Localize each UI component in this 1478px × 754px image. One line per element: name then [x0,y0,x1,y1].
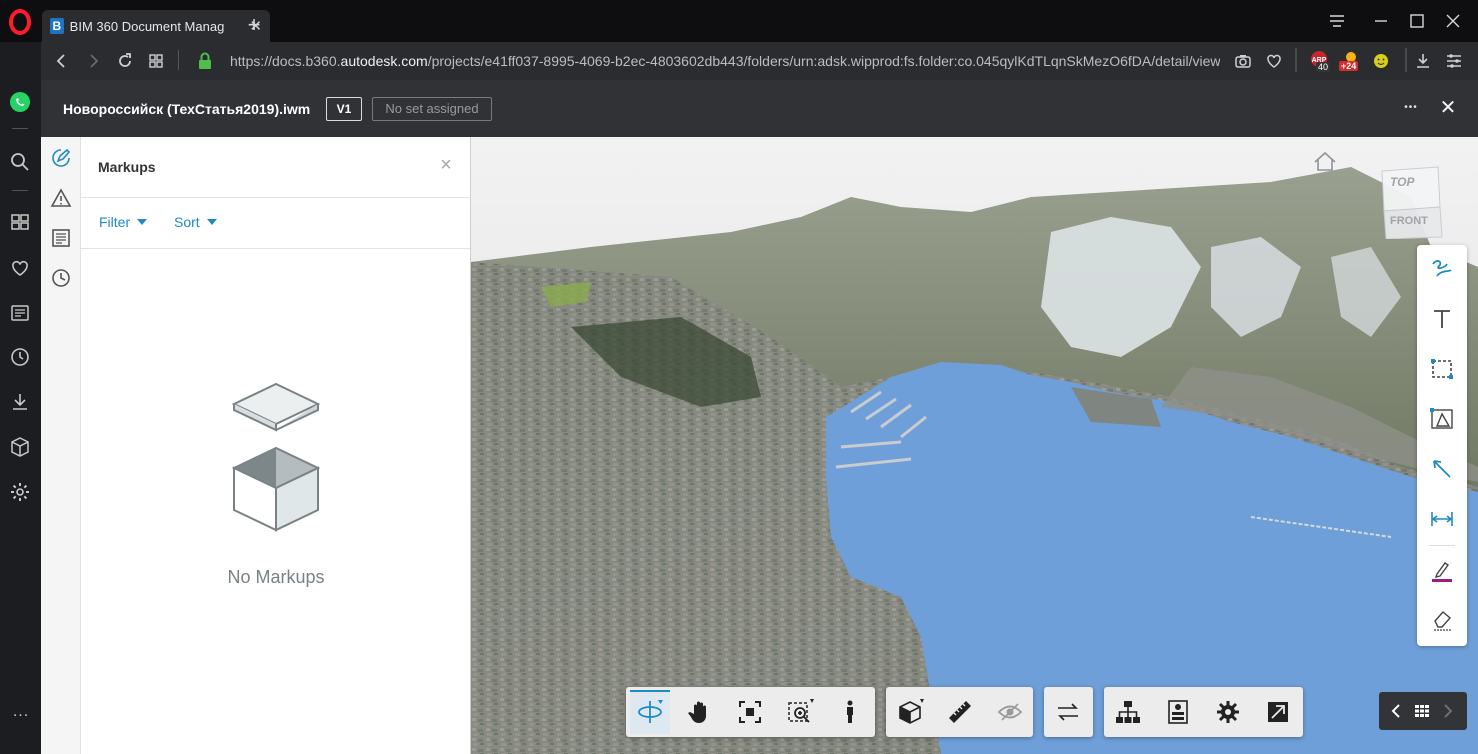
orbit-icon[interactable] [636,698,664,726]
back-button[interactable] [50,50,74,72]
bim360-favicon-icon: B [50,18,64,34]
close-viewer-button[interactable]: ✕ [1437,97,1459,119]
url-prefix: https://docs.b360. [230,53,341,69]
pan-icon[interactable] [686,698,714,726]
extensions-cube-icon[interactable] [8,435,32,459]
measure-icon[interactable] [946,698,974,726]
url-path: /projects/e41ff037-8995-4069-b2ec-480360… [427,53,1220,69]
eraser-icon[interactable] [1429,606,1455,632]
history-icon[interactable] [50,267,72,289]
bookmarks-heart-icon[interactable] [8,256,32,280]
sidebar-divider-1 [12,128,28,129]
extension-smiley-icon[interactable] [1371,51,1391,71]
model-viewer-canvas[interactable] [471,137,1478,754]
fullscreen-icon[interactable] [1264,698,1292,726]
swap-icon[interactable] [1054,698,1082,726]
reload-button[interactable] [113,50,137,72]
tab-menu-icon[interactable] [1325,10,1349,32]
section-box-icon[interactable] [896,698,924,726]
browser-tab[interactable]: B BIM 360 Document Manag ✕ [42,10,270,42]
text-icon[interactable] [1429,306,1455,332]
extension-arp-badge: 40 [1316,62,1331,72]
maximize-button[interactable] [1405,10,1429,32]
sort-label: Sort [174,214,200,230]
viewcube-top-label: TOP [1390,175,1415,189]
secure-lock-icon[interactable] [196,51,214,71]
home-view-icon[interactable] [1312,150,1338,174]
settings-gear-icon[interactable] [8,480,32,504]
search-icon[interactable] [8,150,32,174]
zoom-window-icon[interactable] [786,698,814,726]
panel-divider [81,248,470,249]
address-bar-url[interactable]: https://docs.b360.autodesk.com/projects/… [230,53,1220,69]
extensions-divider [1295,48,1297,72]
set-status-badge[interactable]: No set assigned [372,97,492,121]
filter-label: Filter [99,214,131,230]
extension-weather-icon[interactable]: +24 [1338,48,1364,74]
sidebar-more-icon[interactable]: ... [8,703,34,721]
settings-icon[interactable] [1214,698,1242,726]
panel-divider [81,197,470,198]
panel-title: Markups [98,159,156,175]
properties-icon[interactable] [1164,698,1192,726]
minimize-button[interactable] [1369,10,1393,32]
forward-button[interactable] [81,50,105,72]
visibility-icon[interactable] [996,698,1024,726]
toolbar-divider [1405,48,1407,72]
history-clock-icon[interactable] [8,345,32,369]
viewcube[interactable]: TOP FRONT [1378,165,1444,239]
speed-dial-icon[interactable] [144,50,168,72]
rectangle-icon[interactable] [1429,356,1455,382]
palette-divider [1429,545,1455,546]
document-title: Новороссийск (ТехСтатья2019).iwm [63,101,311,117]
chevron-down-icon [206,219,217,225]
empty-state-text: No Markups [227,567,325,587]
empty-box-illustration-icon [228,378,324,538]
document-icon[interactable] [50,227,72,249]
previous-sheet-button[interactable] [1386,700,1406,722]
chevron-down-icon [137,219,148,225]
opera-logo-icon[interactable] [6,8,34,36]
sheet-grid-icon[interactable] [1412,700,1432,722]
first-person-icon[interactable] [836,698,864,726]
new-tab-button[interactable]: + [243,14,265,36]
address-divider [178,50,179,70]
polygon-icon[interactable] [1429,406,1455,432]
snapshot-icon[interactable] [1233,51,1253,71]
window-close-button[interactable] [1441,10,1465,32]
speed-dial-sidebar-icon[interactable] [8,210,32,234]
issues-icon[interactable] [50,187,72,209]
next-sheet-button[interactable] [1438,700,1458,722]
pen-style-icon[interactable] [1429,558,1455,584]
extension-arp-icon[interactable]: ARP 40 [1308,50,1334,74]
news-icon[interactable] [8,301,32,325]
downloads-sidebar-icon[interactable] [8,390,32,414]
easy-setup-icon[interactable] [1444,51,1464,71]
arrow-icon[interactable] [1429,456,1455,482]
sort-dropdown[interactable]: Sort [174,214,217,230]
model-browser-icon[interactable] [1114,698,1142,726]
tab-title: BIM 360 Document Manag [69,18,225,34]
bookmark-heart-icon[interactable] [1264,51,1284,71]
freehand-icon[interactable] [1429,256,1455,282]
extension-weather-badge: +24 [1339,61,1359,71]
whatsapp-icon[interactable] [8,90,32,114]
more-options-button[interactable]: ••• [1400,97,1422,119]
panel-close-button[interactable]: × [436,154,456,176]
sidebar-divider-2 [12,190,28,191]
viewcube-front-label: FRONT [1390,215,1428,227]
downloads-icon[interactable] [1413,51,1433,71]
fit-to-view-icon[interactable] [736,698,764,726]
url-domain: autodesk.com [340,53,428,69]
dimension-icon[interactable] [1429,506,1455,532]
version-badge[interactable]: V1 [326,97,362,121]
filter-dropdown[interactable]: Filter [99,214,148,230]
markups-icon[interactable] [50,147,72,169]
